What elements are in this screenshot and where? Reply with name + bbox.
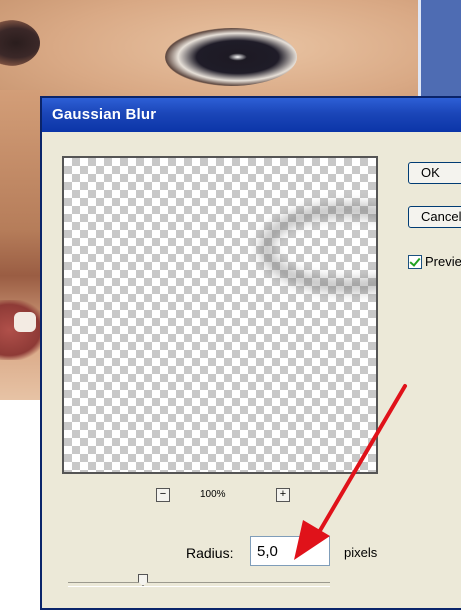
radius-unit-label: pixels — [344, 545, 378, 560]
window-scrollbar-edge — [418, 0, 461, 105]
right-eye-image — [165, 28, 297, 86]
checkmark-icon[interactable] — [408, 254, 422, 269]
blurred-preview-content — [259, 203, 376, 293]
minus-icon: − — [159, 488, 167, 500]
preview-checkbox[interactable]: Preview — [408, 254, 461, 269]
zoom-in-button[interactable]: + — [276, 488, 290, 502]
gaussian-blur-dialog: Gaussian Blur OK Cancel Preview − 100% +… — [40, 96, 461, 610]
cancel-button[interactable]: Cancel — [408, 206, 461, 228]
plus-icon: + — [279, 488, 287, 500]
dialog-titlebar[interactable]: Gaussian Blur — [42, 98, 461, 132]
zoom-level: 100% — [200, 489, 226, 500]
teeth-image — [14, 312, 36, 332]
radius-slider-track[interactable] — [68, 582, 330, 587]
preview-label: Preview — [425, 254, 461, 269]
ok-button[interactable]: OK — [408, 162, 461, 184]
dialog-title: Gaussian Blur — [52, 106, 157, 123]
zoom-out-button[interactable]: − — [156, 488, 170, 502]
radius-label: Radius: — [186, 545, 234, 561]
radius-input[interactable]: 5,0 — [250, 536, 330, 566]
blur-preview-pane[interactable] — [62, 156, 378, 474]
